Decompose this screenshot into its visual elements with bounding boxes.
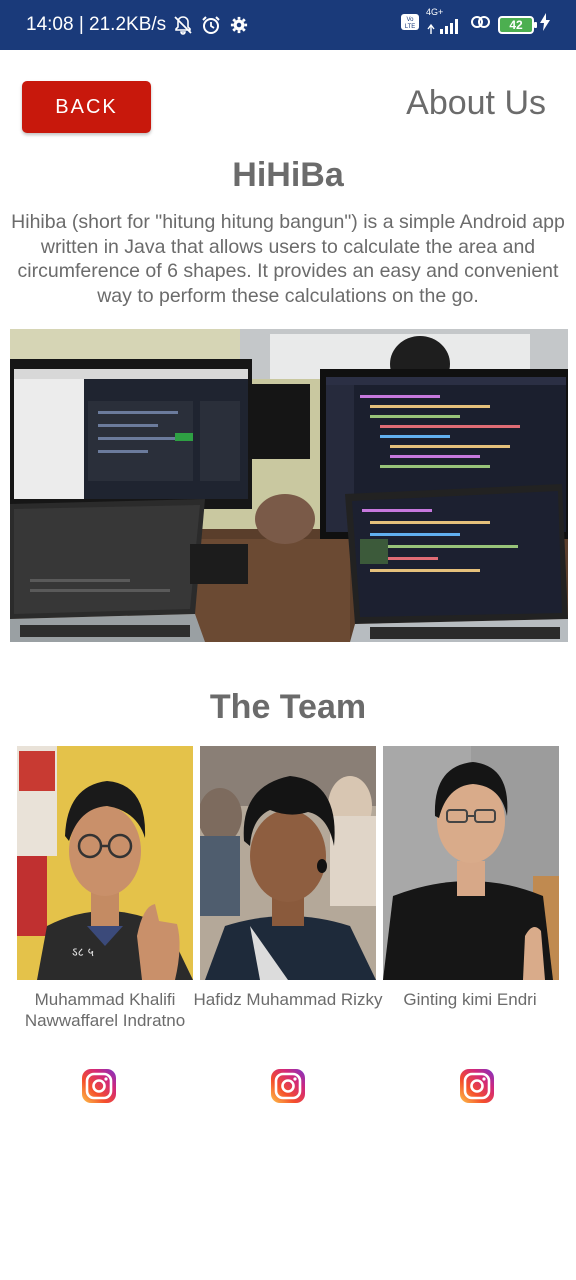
volte-icon: Vo LTE — [400, 13, 420, 37]
app-name: HiHiBa — [232, 156, 344, 194]
team-member-name-1: Muhammad Khalifi Nawwaffarel Indratno — [24, 990, 186, 1030]
network-type: 4G+ — [426, 7, 444, 17]
instagram-icon-1[interactable] — [81, 1068, 117, 1104]
team-member-photo-1: ऽ८ ५ — [17, 746, 193, 980]
signal-icon: 4G+ — [426, 7, 464, 35]
svg-text:LTE: LTE — [405, 24, 416, 30]
svg-text:ऽ८ ५: ऽ८ ५ — [72, 945, 94, 959]
back-button[interactable]: BACK — [22, 81, 151, 133]
team-member-name-3: Ginting kimi Endri — [403, 990, 537, 1009]
battery-level: 42 — [509, 18, 523, 32]
team-member-name-2: Hafidz Muhammad Rizky — [193, 990, 383, 1009]
team-heading: The Team — [209, 688, 367, 726]
status-time: 14:08 | 21.2KB/s — [26, 14, 167, 35]
instagram-icon-3[interactable] — [459, 1068, 495, 1104]
team-member-photo-2 — [200, 746, 376, 980]
battery-icon: 42 — [498, 16, 537, 34]
instagram-icon-2[interactable] — [270, 1068, 306, 1104]
team-member-photo-3 — [383, 746, 559, 980]
charging-icon — [540, 13, 550, 37]
app-description: Hihiba (short for "hitung hitung bangun"… — [11, 211, 565, 307]
hero-photo-laptops — [10, 329, 568, 642]
alarm-icon — [200, 14, 222, 36]
bell-off-icon — [172, 14, 194, 36]
gear-icon — [228, 14, 250, 36]
page-title: About Us — [406, 84, 546, 122]
hotspot-icon — [470, 12, 492, 38]
svg-text:Vo: Vo — [406, 17, 414, 23]
status-bar: 14:08 | 21.2KB/s Vo LTE 4G+ 42 — [0, 0, 576, 50]
